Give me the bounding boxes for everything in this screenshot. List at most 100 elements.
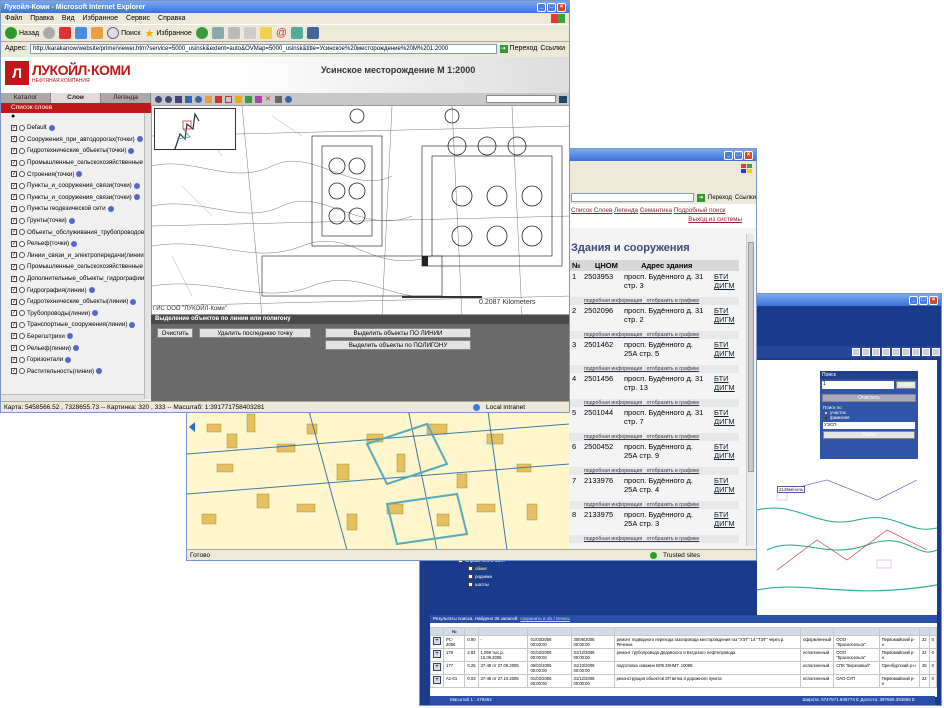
- media-icon[interactable]: [307, 27, 319, 39]
- menu-help[interactable]: Справка: [158, 15, 185, 22]
- bti-link[interactable]: БТИ: [714, 374, 729, 383]
- tree-item[interactable]: обжиг: [475, 566, 487, 571]
- layer-active-radio[interactable]: [19, 205, 25, 212]
- detail-info-link[interactable]: подробная информация: [584, 366, 642, 372]
- find-submit-button[interactable]: Найти: [823, 431, 915, 439]
- bti-link[interactable]: БТИ: [714, 306, 729, 315]
- layer-item[interactable]: ✓ Гидрография(линии): [1, 284, 151, 296]
- edit-icon[interactable]: [243, 27, 256, 39]
- favorites-button[interactable]: ★ Избранное: [144, 27, 191, 40]
- detail-info-link[interactable]: подробная информация: [584, 536, 642, 542]
- layer-visible-checkbox[interactable]: ✓: [11, 229, 17, 236]
- show-on-map-link[interactable]: отобразить в графике: [647, 434, 700, 440]
- layer-active-radio[interactable]: [19, 263, 25, 270]
- close-button[interactable]: ×: [929, 295, 938, 305]
- detail-info-link[interactable]: подробная информация: [584, 468, 642, 474]
- layer-active-radio[interactable]: [19, 229, 25, 236]
- layer-info-icon[interactable]: [48, 124, 55, 131]
- layer-visible-checkbox[interactable]: ✓: [11, 263, 17, 270]
- layer-item[interactable]: ✓ Промышленные_сельскохозяйственные (точк…: [1, 157, 151, 169]
- refresh-icon[interactable]: [75, 27, 88, 39]
- measure-icon[interactable]: [215, 95, 222, 103]
- tree-item[interactable]: шатлы: [475, 582, 489, 587]
- logout-link[interactable]: Выход из системы: [688, 216, 742, 223]
- layer-info-icon[interactable]: [92, 310, 99, 317]
- layer-item[interactable]: ✓ Линии_связи_и_электропередачи(линии): [1, 250, 151, 262]
- mail-icon[interactable]: [211, 27, 224, 39]
- zoom-in-icon[interactable]: [852, 348, 860, 356]
- layer-info-icon[interactable]: [133, 182, 140, 189]
- layer-item[interactable]: ✓ Рельеф(линии): [1, 342, 151, 354]
- layer-visible-checkbox[interactable]: ✓: [11, 275, 17, 282]
- layer-info-icon[interactable]: [96, 368, 103, 375]
- select-icon[interactable]: [912, 348, 920, 356]
- history-icon[interactable]: [195, 27, 208, 39]
- layer-visible-checkbox[interactable]: ✓: [11, 298, 17, 305]
- layer-visible-checkbox[interactable]: ✓: [11, 194, 17, 201]
- main-map[interactable]: 0.2087 Kilometers: [151, 105, 569, 315]
- menu-favorites[interactable]: Избранное: [83, 15, 118, 22]
- clear-selection-icon[interactable]: ✕: [265, 96, 272, 103]
- identify-icon[interactable]: [892, 348, 900, 356]
- detail-info-link[interactable]: подробная информация: [584, 298, 642, 304]
- nav-semantics-link[interactable]: Семантика: [640, 207, 672, 214]
- layer-active-radio[interactable]: [19, 136, 25, 143]
- nav-legend-link[interactable]: Легенда: [614, 207, 638, 214]
- back-button[interactable]: Назад: [5, 27, 39, 39]
- close-button[interactable]: ×: [744, 150, 753, 160]
- bti-link[interactable]: БТИ: [714, 510, 729, 519]
- print-icon[interactable]: [227, 27, 240, 39]
- layer-active-radio[interactable]: [19, 194, 25, 201]
- bti-link[interactable]: БТИ: [714, 408, 729, 417]
- menu-view[interactable]: Вид: [62, 15, 75, 22]
- zoom-out-icon[interactable]: [862, 348, 870, 356]
- layer-hscrollbar[interactable]: [1, 394, 144, 401]
- map-search-input[interactable]: [486, 95, 556, 103]
- digm-link[interactable]: ДИГМ: [714, 281, 735, 290]
- layer-visible-checkbox[interactable]: ✓: [11, 147, 17, 154]
- layer-active-radio[interactable]: [19, 298, 25, 305]
- layer-visible-checkbox[interactable]: ✓: [11, 217, 17, 224]
- map-left-arrow-icon[interactable]: [189, 422, 195, 432]
- layer-visible-checkbox[interactable]: ✓: [11, 136, 17, 143]
- layer-active-radio[interactable]: [19, 159, 25, 166]
- tab-catalog[interactable]: Каталог: [1, 93, 51, 103]
- layer-active-radio[interactable]: [19, 368, 25, 375]
- menu-file[interactable]: Файл: [5, 15, 22, 22]
- layer-visible-checkbox[interactable]: ✓: [11, 124, 17, 131]
- full-extent-icon[interactable]: [185, 95, 192, 103]
- menu-edit[interactable]: Правка: [30, 15, 54, 22]
- layer-visible-checkbox[interactable]: ✓: [11, 333, 17, 340]
- layer-visible-checkbox[interactable]: ✓: [11, 310, 17, 317]
- layer-visible-checkbox[interactable]: ✓: [11, 252, 17, 259]
- layer-item[interactable]: ✓ Гидротехнические_объекты(линии): [1, 296, 151, 308]
- go-button[interactable]: ➜ Переход: [499, 44, 537, 53]
- layer-visible-checkbox[interactable]: ✓: [11, 171, 17, 178]
- find-icon[interactable]: [205, 95, 212, 103]
- layer-active-radio[interactable]: [19, 147, 25, 154]
- detail-info-link[interactable]: подробная информация: [584, 434, 642, 440]
- layer-active-radio[interactable]: [19, 240, 25, 247]
- identify-icon[interactable]: [195, 95, 202, 103]
- print-icon[interactable]: [922, 348, 930, 356]
- layer-active-radio[interactable]: [19, 171, 25, 178]
- stop-icon[interactable]: [59, 27, 72, 39]
- clear-search-button[interactable]: Очистить: [822, 394, 916, 402]
- help-icon[interactable]: [932, 348, 940, 356]
- layer-info-icon[interactable]: [72, 345, 79, 352]
- layer-item[interactable]: ✓ Транспортные_сооружения(линии): [1, 319, 151, 331]
- minimize-button[interactable]: _: [537, 2, 546, 12]
- layer-info-icon[interactable]: [128, 147, 135, 154]
- maximize-button[interactable]: □: [734, 150, 743, 160]
- nav-layers-link[interactable]: Список Слоев: [571, 207, 612, 214]
- expand-row-button[interactable]: +: [433, 663, 441, 671]
- layer-item[interactable]: ✓ Гидротехнические_объекты(точки): [1, 145, 151, 157]
- select-by-line-button[interactable]: Выделить объекты ПО ЛИНИИ: [325, 328, 471, 338]
- detail-info-link[interactable]: подробная информация: [584, 400, 642, 406]
- search-select[interactable]: УЭСП: [823, 422, 915, 429]
- expand-row-button[interactable]: +: [433, 676, 441, 684]
- pan-icon[interactable]: [872, 348, 880, 356]
- show-on-map-link[interactable]: отобразить в графике: [647, 366, 700, 372]
- layer-info-icon[interactable]: [107, 205, 114, 212]
- layer-visible-checkbox[interactable]: ✓: [11, 287, 17, 294]
